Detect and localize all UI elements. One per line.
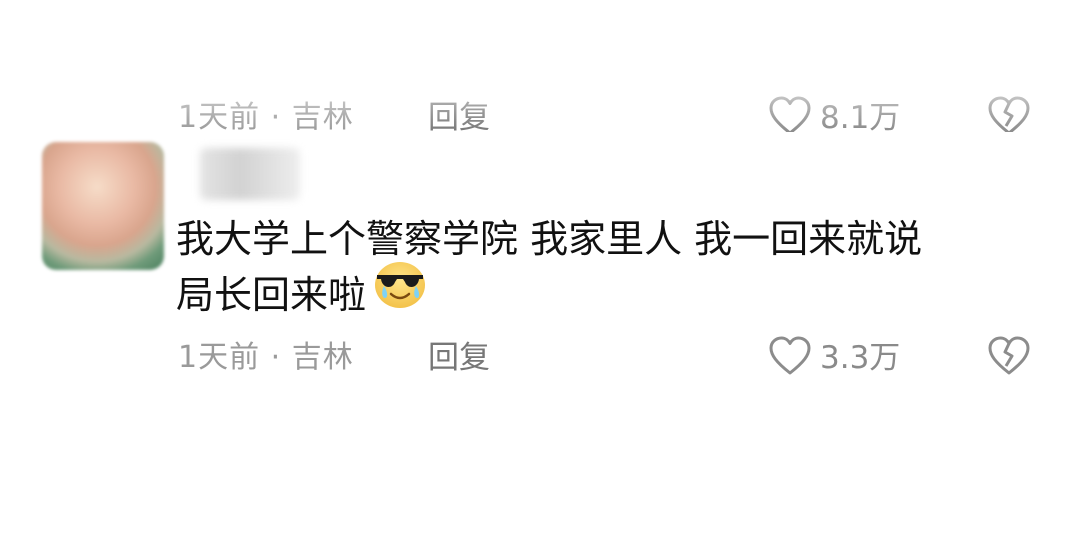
like-count: 3.3万 bbox=[820, 340, 901, 376]
comment-text-line2-wrap: 局长回来啦 bbox=[176, 262, 1056, 324]
reply-button[interactable]: 回复 bbox=[428, 338, 490, 378]
previous-dislike-button[interactable] bbox=[986, 96, 1032, 132]
heart-icon bbox=[768, 336, 812, 380]
avatar[interactable] bbox=[42, 142, 164, 270]
comment-text-line2: 局长回来啦 bbox=[176, 273, 367, 317]
broken-heart-icon bbox=[987, 96, 1031, 132]
like-button[interactable]: 3.3万 bbox=[768, 336, 901, 380]
comment-meta-row: 1天前 · 吉林 回复 3.3万 bbox=[0, 336, 1080, 380]
previous-like-count: 8.1万 bbox=[820, 100, 901, 132]
previous-like-button[interactable]: 8.1万 bbox=[768, 96, 901, 132]
comment-text-line1: 我大学上个警察学院 我家里人 我一回来就说 bbox=[176, 217, 923, 261]
cool-sunglasses-emoji-icon bbox=[372, 260, 428, 324]
dislike-button[interactable] bbox=[986, 336, 1032, 380]
previous-comment-meta-row: 1天前 · 吉林 回复 8.1万 bbox=[0, 70, 1080, 132]
previous-time-location: 1天前 · 吉林 bbox=[178, 100, 354, 132]
previous-reply-button[interactable]: 回复 bbox=[428, 98, 490, 132]
comment-text: 我大学上个警察学院 我家里人 我一回来就说 局长回来啦 bbox=[176, 212, 1056, 324]
broken-heart-icon bbox=[987, 336, 1031, 380]
username[interactable]: 用户 bbox=[200, 148, 300, 200]
heart-icon bbox=[768, 96, 812, 132]
time-location: 1天前 · 吉林 bbox=[178, 340, 354, 375]
